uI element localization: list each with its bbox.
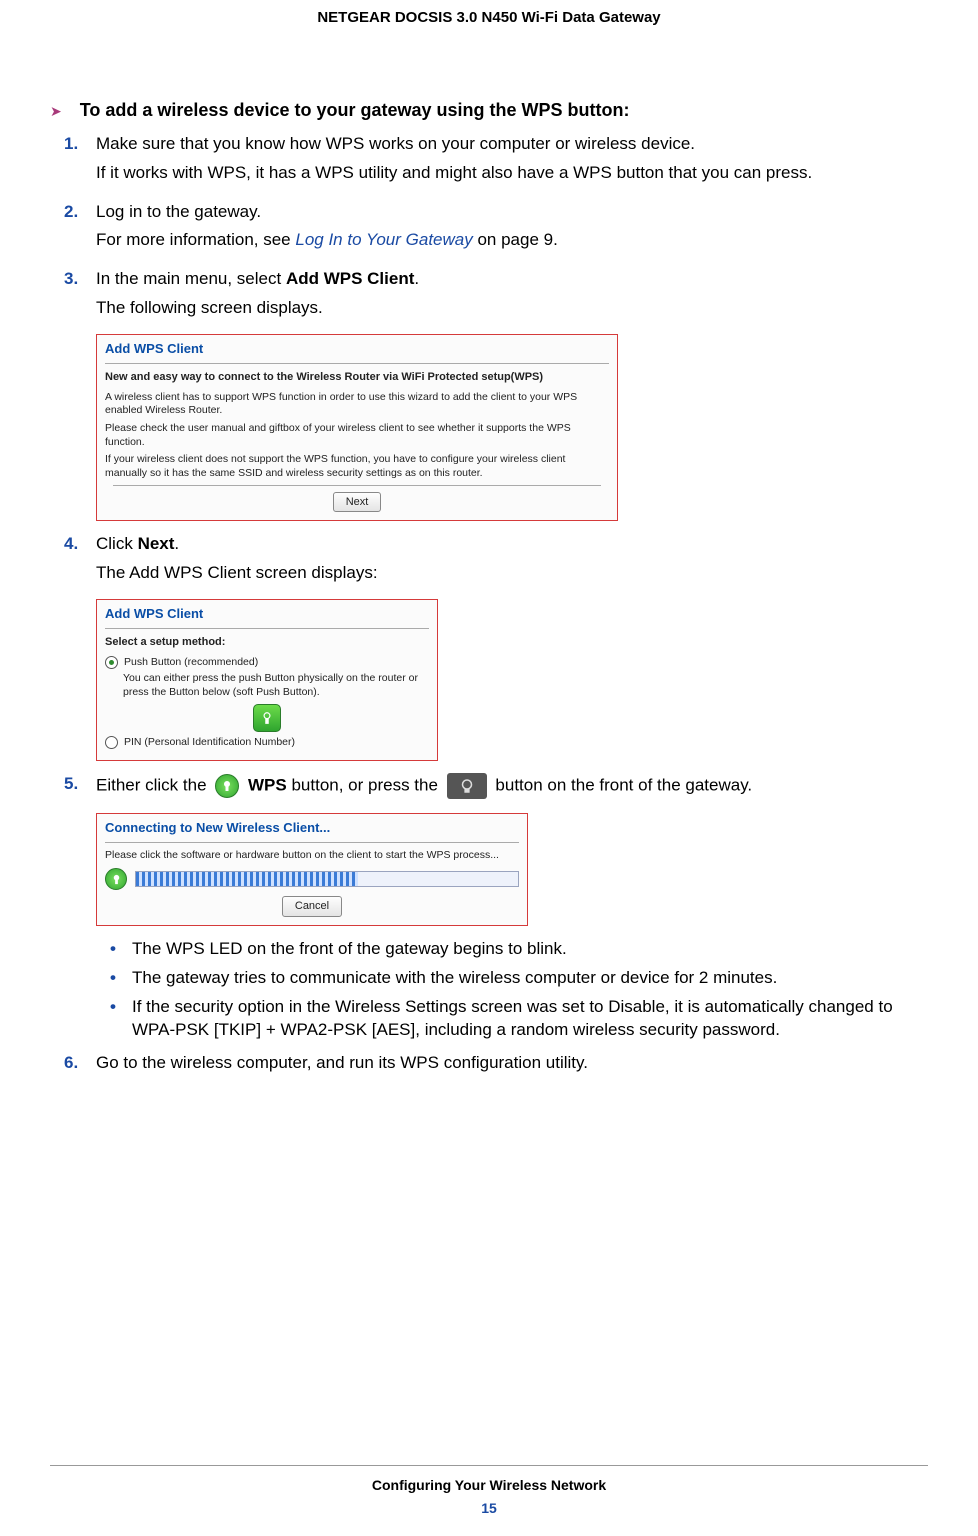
step-2: 2. Log in to the gateway. For more infor… bbox=[50, 201, 928, 259]
dialog-subtitle: Select a setup method: bbox=[105, 635, 429, 650]
step-number: 1. bbox=[64, 133, 96, 191]
wps-icon bbox=[260, 711, 274, 725]
dialog-text: Please check the user manual and giftbox… bbox=[105, 422, 609, 449]
radio-push-button[interactable] bbox=[105, 656, 118, 669]
hardware-wps-button-icon bbox=[447, 773, 487, 799]
bullet-list: • The WPS LED on the front of the gatewa… bbox=[96, 938, 928, 1042]
bullet-text: If the security option in the Wireless S… bbox=[132, 996, 928, 1042]
next-button[interactable]: Next bbox=[333, 492, 382, 513]
bullet-icon: • bbox=[110, 967, 132, 990]
dialog-title: Add WPS Client bbox=[97, 600, 437, 624]
step-number: 6. bbox=[64, 1052, 96, 1081]
radio-pin[interactable] bbox=[105, 736, 118, 749]
step-4: 4. Click Next. The Add WPS Client screen… bbox=[50, 533, 928, 591]
document-title: NETGEAR DOCSIS 3.0 N450 Wi-Fi Data Gatew… bbox=[50, 8, 928, 28]
screenshot-add-wps-client-intro: Add WPS Client New and easy way to conne… bbox=[96, 334, 618, 521]
step-6: 6. Go to the wireless computer, and run … bbox=[50, 1052, 928, 1081]
wps-icon bbox=[105, 868, 127, 890]
section-heading: ➤ To add a wireless device to your gatew… bbox=[50, 98, 928, 122]
step-text: The following screen displays. bbox=[96, 297, 928, 320]
list-item: • The gateway tries to communicate with … bbox=[96, 967, 928, 990]
step-text: If it works with WPS, it has a WPS utili… bbox=[96, 162, 928, 185]
step-text: Log in to the gateway. bbox=[96, 201, 928, 224]
soft-wps-button[interactable] bbox=[253, 704, 281, 732]
step-number: 5. bbox=[64, 773, 96, 805]
step-text: The Add WPS Client screen displays: bbox=[96, 562, 928, 585]
step-text: Either click the WPS button, or press th… bbox=[96, 773, 928, 799]
wps-soft-icon bbox=[215, 774, 239, 798]
cross-reference-link[interactable]: Log In to Your Gateway bbox=[295, 230, 472, 249]
list-item: • If the security option in the Wireless… bbox=[96, 996, 928, 1042]
section-heading-text: To add a wireless device to your gateway… bbox=[80, 98, 630, 122]
step-text: Go to the wireless computer, and run its… bbox=[96, 1052, 928, 1075]
bullet-text: The WPS LED on the front of the gateway … bbox=[132, 938, 928, 961]
dialog-title: Connecting to New Wireless Client... bbox=[97, 814, 527, 838]
step-5: 5. Either click the WPS button, or press… bbox=[50, 773, 928, 805]
screenshot-select-setup-method: Add WPS Client Select a setup method: Pu… bbox=[96, 599, 438, 761]
dialog-text: A wireless client has to support WPS fun… bbox=[105, 391, 609, 418]
arrow-icon: ➤ bbox=[50, 100, 62, 122]
step-number: 3. bbox=[64, 268, 96, 326]
page-footer: Configuring Your Wireless Network 15 bbox=[0, 1465, 978, 1518]
dialog-text: Please click the software or hardware bu… bbox=[105, 849, 519, 863]
footer-section-title: Configuring Your Wireless Network bbox=[0, 1476, 978, 1495]
radio-label: PIN (Personal Identification Number) bbox=[124, 736, 295, 750]
dialog-heading: New and easy way to connect to the Wirel… bbox=[105, 370, 609, 385]
cancel-button[interactable]: Cancel bbox=[282, 896, 342, 917]
dialog-title: Add WPS Client bbox=[97, 335, 617, 359]
step-1: 1. Make sure that you know how WPS works… bbox=[50, 133, 928, 191]
bullet-icon: • bbox=[110, 996, 132, 1042]
bullet-icon: • bbox=[110, 938, 132, 961]
step-text: Make sure that you know how WPS works on… bbox=[96, 133, 928, 156]
radio-label: Push Button (recommended) bbox=[124, 656, 258, 670]
step-3: 3. In the main menu, select Add WPS Clie… bbox=[50, 268, 928, 326]
step-text: In the main menu, select Add WPS Client. bbox=[96, 268, 928, 291]
step-text: For more information, see Log In to Your… bbox=[96, 229, 928, 252]
step-number: 4. bbox=[64, 533, 96, 591]
dialog-text: If your wireless client does not support… bbox=[105, 453, 609, 480]
screenshot-connecting: Connecting to New Wireless Client... Ple… bbox=[96, 813, 528, 926]
option-description: You can either press the push Button phy… bbox=[123, 672, 429, 699]
list-item: • The WPS LED on the front of the gatewa… bbox=[96, 938, 928, 961]
step-number: 2. bbox=[64, 201, 96, 259]
bullet-text: The gateway tries to communicate with th… bbox=[132, 967, 928, 990]
page-number: 15 bbox=[0, 1499, 978, 1518]
step-text: Click Next. bbox=[96, 533, 928, 556]
progress-bar bbox=[135, 871, 519, 887]
